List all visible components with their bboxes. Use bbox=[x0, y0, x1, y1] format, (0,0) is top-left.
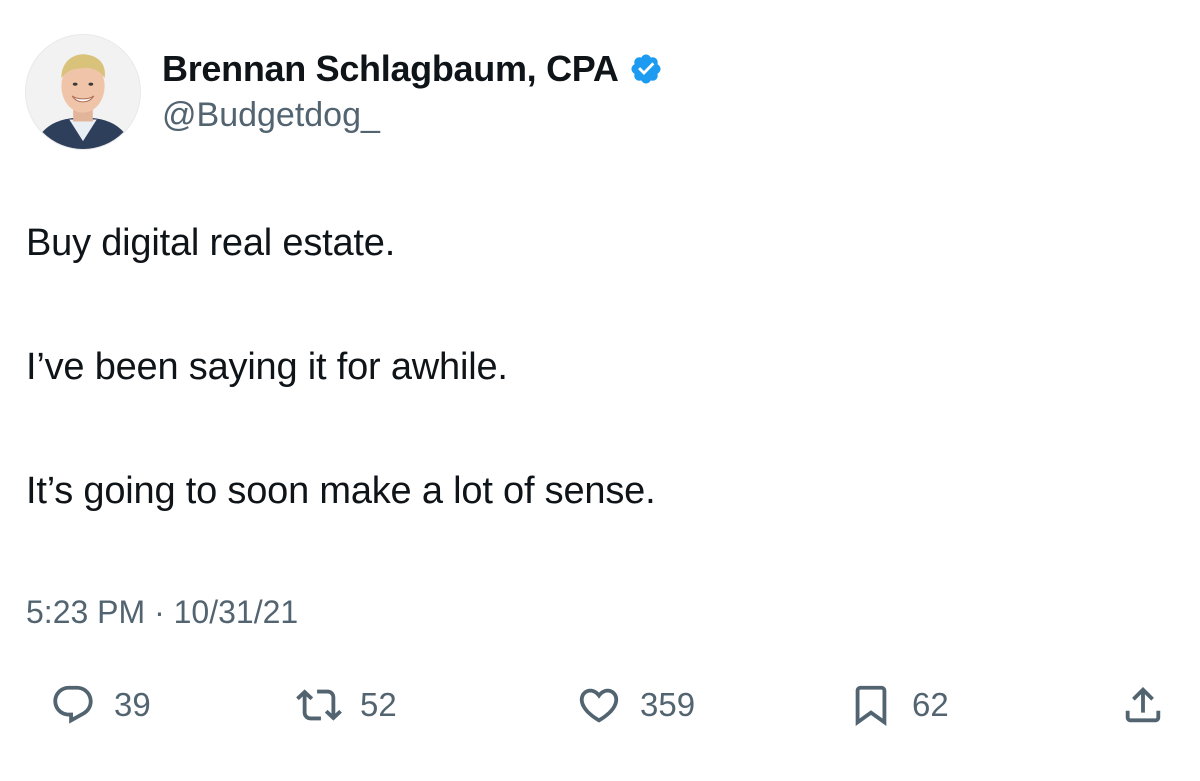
avatar-image bbox=[26, 35, 140, 149]
bookmark-count: 62 bbox=[912, 686, 949, 723]
bookmark-icon bbox=[848, 682, 894, 728]
author-display-name[interactable]: Brennan Schlagbaum, CPA bbox=[162, 48, 619, 90]
tweet-text-line: I’ve been saying it for awhile. bbox=[26, 346, 508, 388]
author-name-row: Brennan Schlagbaum, CPA bbox=[162, 46, 663, 92]
reply-button[interactable]: 39 bbox=[50, 680, 151, 730]
reply-icon bbox=[50, 682, 96, 728]
like-count: 359 bbox=[640, 686, 696, 723]
heart-icon bbox=[576, 682, 622, 728]
retweet-button[interactable]: 52 bbox=[296, 680, 397, 730]
share-icon bbox=[1120, 682, 1166, 728]
avatar[interactable] bbox=[25, 34, 141, 150]
reply-count: 39 bbox=[114, 686, 151, 723]
tweet-text-line: It’s going to soon make a lot of sense. bbox=[26, 470, 656, 512]
tweet-text-line: Buy digital real estate. bbox=[26, 222, 396, 264]
bookmark-button[interactable]: 62 bbox=[848, 680, 949, 730]
like-button[interactable]: 359 bbox=[576, 680, 695, 730]
tweet-card: Brennan Schlagbaum, CPA @Budgetdog_ Buy … bbox=[0, 0, 1200, 781]
verified-badge-icon bbox=[629, 52, 663, 86]
author-handle[interactable]: @Budgetdog_ bbox=[162, 96, 380, 135]
retweet-count: 52 bbox=[360, 686, 397, 723]
retweet-icon bbox=[296, 682, 342, 728]
share-button[interactable] bbox=[1120, 680, 1166, 730]
tweet-timestamp[interactable]: 5:23 PM · 10/31/21 bbox=[26, 594, 298, 631]
